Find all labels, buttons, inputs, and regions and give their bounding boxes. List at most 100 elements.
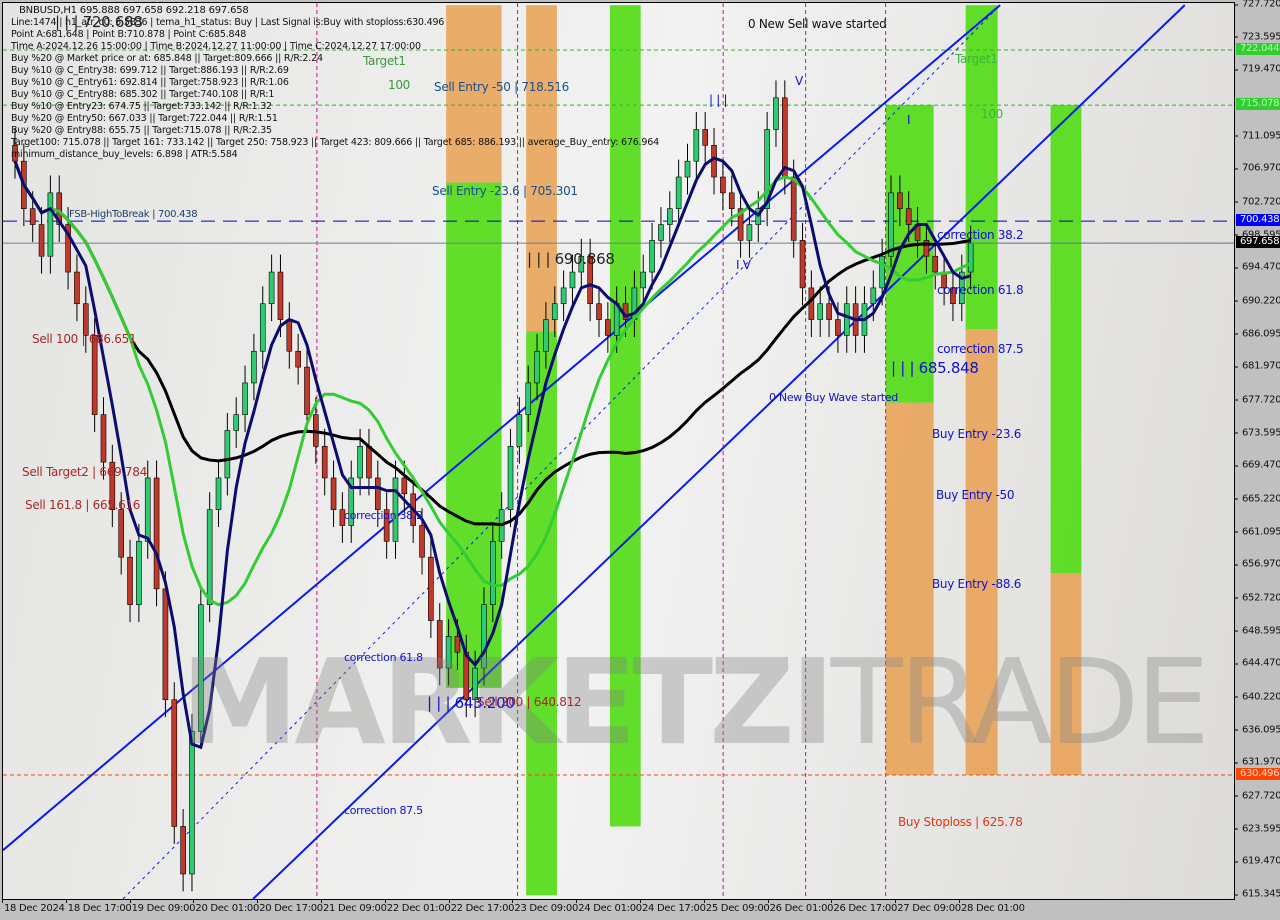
- correction-87-left-label: correction 87.5: [344, 804, 423, 817]
- buy-entry-50-label: Buy Entry -50: [936, 488, 1015, 502]
- x-tick-label: 22 Dec 17:00: [448, 899, 515, 914]
- candle-body: [826, 303, 832, 320]
- buy-stoploss-label: Buy Stoploss | 625.78: [898, 815, 1023, 829]
- x-tick-label: 18 Dec 2024: [2, 899, 65, 914]
- candle-body: [29, 208, 36, 225]
- candle-body: [419, 525, 425, 558]
- candle-body: [525, 382, 532, 415]
- candle-body: [286, 319, 293, 352]
- correction-38-right-label: correction 38.2: [937, 228, 1024, 242]
- candle-body: [180, 826, 186, 875]
- candle-body: [879, 255, 885, 289]
- sell-entry-50-label: Sell Entry -50 | 718.516: [434, 80, 569, 94]
- y-tick-label: 719.470: [1233, 63, 1280, 75]
- candle-body: [534, 350, 540, 384]
- y-tick-label: 636.095: [1233, 724, 1280, 736]
- candle-body: [782, 97, 788, 178]
- x-tick-label: 26 Dec 01:00: [767, 899, 834, 914]
- x-tick-label: 25 Dec 09:00: [703, 899, 770, 914]
- wave-label-685: | | | 685.848: [891, 359, 979, 377]
- y-tick-label: 686.095: [1233, 328, 1280, 340]
- candle-body: [100, 414, 107, 463]
- info-line-12: minimum_distance_buy_levels: 6.898 | ATR…: [11, 149, 238, 160]
- candle-body: [799, 240, 806, 289]
- target1-left-label: Target1: [363, 54, 406, 68]
- y-tick-label: 702.720: [1233, 196, 1280, 208]
- candle-body: [843, 303, 850, 336]
- sell-100-label: Sell 100 | 686.651: [32, 332, 137, 346]
- y-tick-label: 656.970: [1233, 558, 1280, 570]
- candle-body: [967, 242, 974, 273]
- candle-body: [649, 240, 655, 273]
- y-tick-label: 727.720: [1233, 0, 1280, 10]
- candle-body: [428, 556, 434, 621]
- candle-body: [136, 541, 142, 605]
- watermark: MARKETZITRADE: [181, 633, 1210, 771]
- candle-body: [206, 509, 213, 605]
- info-line-5: Buy %10 @ C_Entry38: 699.712 || Target:8…: [11, 65, 289, 76]
- buy-entry-88-label: Buy Entry -88.6: [932, 577, 1022, 591]
- y-tick-label: 706.970: [1233, 162, 1280, 174]
- info-line-11: Target100: 715.078 || Target 161: 733.14…: [11, 137, 659, 148]
- candle-body: [666, 208, 673, 225]
- candle-body: [596, 303, 602, 320]
- x-tick-label: 20 Dec 17:00: [257, 899, 323, 914]
- info-line-7: Buy %10 @ C_Entry88: 685.302 || Target:7…: [11, 89, 275, 100]
- x-tick-label: 21 Dec 09:00: [321, 899, 387, 914]
- candle-body: [127, 556, 133, 605]
- candle-body: [516, 414, 523, 447]
- candle-body: [693, 129, 700, 162]
- candle-body: [171, 699, 178, 827]
- candle-body: [711, 145, 717, 178]
- x-tick-label: 23 Dec 09:00: [512, 899, 579, 914]
- target1-right-label: Target1: [955, 52, 998, 66]
- correction-87-right-label: correction 87.5: [937, 342, 1024, 356]
- correction-61-right-label: correction 61.8: [937, 283, 1024, 297]
- chart-area[interactable]: MARKETZITRADE BNBUSD,H1 695.888 697.658 …: [2, 2, 1235, 900]
- y-tick-label: 627.720: [1233, 790, 1280, 802]
- wave-marker-iii: | | |: [709, 93, 728, 107]
- x-tick-label: 18 Dec 17:00: [65, 899, 132, 914]
- sell-entry-23-label: Sell Entry -23.6 | 705.301: [432, 184, 578, 198]
- candle-body: [304, 366, 310, 415]
- new-buy-wave-label: 0 New Buy Wave started: [769, 391, 898, 404]
- info-line-4: Buy %20 @ Market price or at: 685.848 ||…: [11, 53, 323, 64]
- price-axis[interactable]: 727.720 723.595 719.470 711.095 706.970 702.7…: [1233, 0, 1280, 900]
- candle-body: [357, 445, 363, 479]
- candle-body: [675, 176, 682, 210]
- candle-body: [144, 477, 151, 542]
- sell-target2-label: Sell Target2 | 669.784: [22, 465, 147, 479]
- candle-body: [507, 445, 514, 510]
- candle-body: [233, 414, 240, 431]
- candle-body: [224, 430, 231, 479]
- price-badge: 697.658: [1236, 236, 1280, 249]
- candle-body: [162, 588, 169, 701]
- wave-marker-iv: I V: [736, 258, 751, 272]
- info-line-10: Buy %20 @ Entry88: 655.75 || Target:715.…: [11, 125, 272, 136]
- y-tick-label: 644.470: [1233, 657, 1280, 669]
- x-tick-label: 19 Dec 09:00: [129, 899, 196, 914]
- y-tick-label: 640.220: [1233, 691, 1280, 703]
- candle-body: [684, 160, 691, 178]
- time-axis[interactable]: 18 Dec 2024 18 Dec 17:00 19 Dec 09:00 20 De…: [0, 899, 1280, 920]
- candle-body: [702, 129, 708, 146]
- level100-right-label: 100: [981, 107, 1004, 121]
- x-tick-label: 20 Dec 01:00: [193, 899, 260, 914]
- info-line-6: Buy %10 @ C_Entry61: 692.814 || Target:7…: [11, 77, 289, 88]
- candle-body: [640, 271, 647, 289]
- wave-label-720: | | | 720.688: [55, 13, 143, 31]
- sell-zone-2-green: [526, 331, 557, 896]
- y-tick-label: 694.470: [1233, 261, 1280, 273]
- sell-161-label: Sell 161.8 | 665.616: [25, 498, 141, 512]
- candle-body: [543, 319, 549, 352]
- wave-marker-v: V: [795, 74, 803, 88]
- candle-body: [773, 97, 779, 130]
- x-tick-label: 24 Dec 17:00: [640, 899, 706, 914]
- buy-entry-23-label: Buy Entry -23.6: [932, 427, 1022, 441]
- candle-body: [268, 271, 275, 305]
- candle-body: [605, 319, 611, 336]
- correction-38-left-label: correction 38.2: [344, 509, 423, 522]
- candle-body: [720, 176, 726, 194]
- candle-body: [366, 445, 372, 479]
- sell-200-label: Sell 200 | 640.812: [477, 695, 582, 709]
